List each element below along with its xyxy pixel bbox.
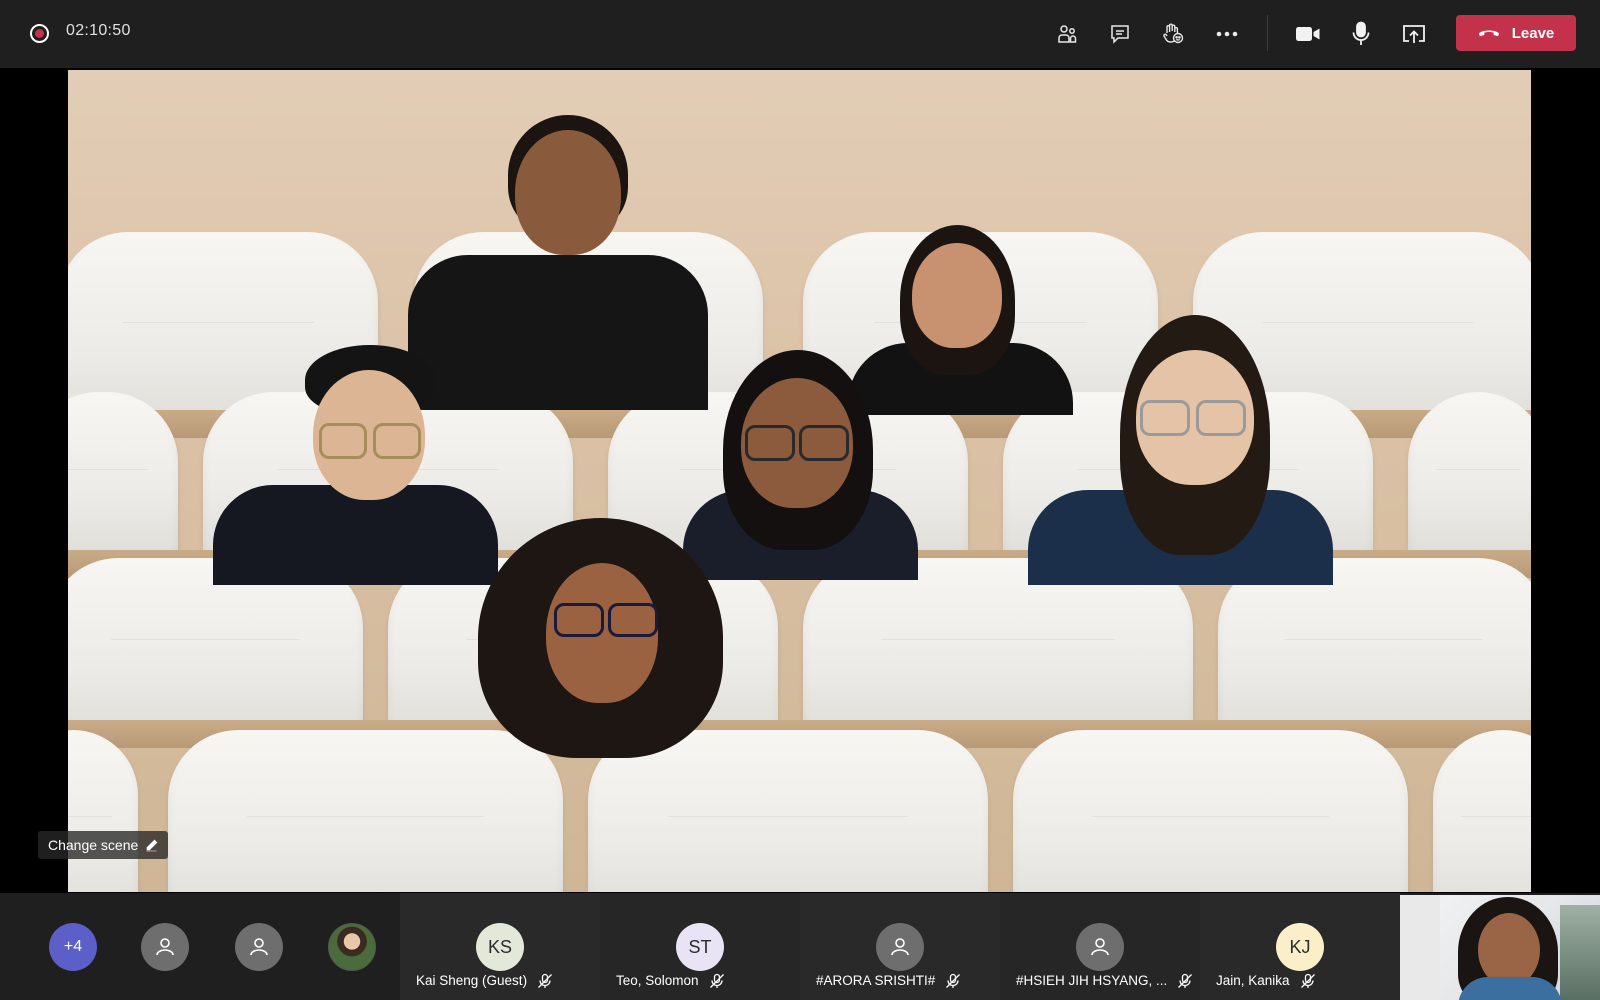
- more-options-icon: [1216, 31, 1238, 37]
- participant-video: [478, 518, 728, 758]
- leave-label: Leave: [1511, 24, 1555, 42]
- camera-icon: [1296, 27, 1320, 41]
- participant-tile[interactable]: KJ Jain, Kanika: [1200, 893, 1400, 1000]
- auditorium-seat: [1218, 558, 1531, 738]
- microphone-icon: [1352, 21, 1370, 45]
- participant-gallery: +4 KS Kai Sheng (Guest) ST Teo, Solomon …: [0, 893, 1600, 1000]
- participant-tile[interactable]: #HSIEH JIH HSYANG, ...: [1000, 893, 1200, 1000]
- participant-name: Kai Sheng (Guest): [416, 973, 528, 988]
- participant-name: Jain, Kanika: [1216, 973, 1290, 988]
- chat-icon: [1111, 25, 1129, 44]
- participant-tile[interactable]: ST Teo, Solomon: [600, 893, 800, 1000]
- person-icon: [250, 938, 268, 956]
- people-button[interactable]: [1047, 14, 1087, 54]
- chat-button[interactable]: [1100, 14, 1140, 54]
- participant-name: Teo, Solomon: [616, 973, 699, 988]
- participant-tile[interactable]: KS Kai Sheng (Guest): [400, 893, 600, 1000]
- participant-initials-avatar: KS: [476, 923, 524, 971]
- participant-name: #HSIEH JIH HSYANG, ...: [1016, 973, 1168, 988]
- auditorium-seat: [1408, 392, 1531, 562]
- participant-photo-avatar[interactable]: [328, 923, 376, 971]
- self-video-preview[interactable]: [1400, 895, 1600, 1000]
- auditorium-seat: [803, 558, 1193, 738]
- auditorium-seat: [68, 392, 178, 562]
- together-mode-scene: [68, 70, 1531, 892]
- hang-up-icon: [1478, 30, 1499, 37]
- participant-avatar[interactable]: [235, 923, 283, 971]
- participant-name: #ARORA SRISHTI#: [816, 973, 936, 988]
- participant-video: [1028, 315, 1338, 585]
- video-stage: Change scene: [4, 68, 1600, 893]
- mic-muted-icon: [946, 973, 960, 988]
- mic-muted-icon: [1178, 973, 1192, 988]
- raise-hand-icon: [1163, 23, 1184, 44]
- leave-button[interactable]: Leave: [1456, 15, 1576, 51]
- participant-initials-avatar: KJ: [1276, 923, 1324, 971]
- person-icon: [891, 938, 909, 956]
- mic-muted-icon: [710, 973, 724, 988]
- recording-indicator-icon: [30, 24, 49, 43]
- more-options-button[interactable]: [1207, 14, 1247, 54]
- auditorium-seat: [68, 558, 363, 738]
- meeting-timer: 02:10:50: [66, 22, 131, 39]
- mic-muted-icon: [538, 973, 552, 988]
- auditorium-seat: [68, 730, 138, 892]
- participant-video: [213, 345, 503, 585]
- meeting-toolbar: 02:10:50 Leave: [0, 0, 1600, 68]
- mic-muted-icon: [1301, 973, 1315, 988]
- share-screen-icon: [1403, 25, 1425, 43]
- participant-initials-avatar: ST: [676, 923, 724, 971]
- gallery-overflow-strip: +4: [0, 893, 400, 1000]
- participant-avatar[interactable]: [141, 923, 189, 971]
- toolbar-divider: [1267, 15, 1268, 51]
- share-screen-button[interactable]: [1394, 14, 1434, 54]
- person-icon: [156, 938, 174, 956]
- change-scene-button[interactable]: Change scene: [38, 831, 169, 859]
- participant-tile[interactable]: #ARORA SRISHTI#: [800, 893, 1000, 1000]
- auditorium-seat: [1433, 730, 1531, 892]
- more-participants-badge[interactable]: +4: [49, 923, 97, 971]
- participant-default-avatar: [876, 923, 924, 971]
- participant-default-avatar: [1076, 923, 1124, 971]
- camera-button[interactable]: [1288, 14, 1328, 54]
- person-icon: [1091, 938, 1109, 956]
- raise-hand-button[interactable]: [1153, 14, 1193, 54]
- change-scene-label: Change scene: [48, 837, 139, 853]
- auditorium-seat: [1013, 730, 1408, 892]
- people-icon: [1058, 25, 1077, 43]
- microphone-button[interactable]: [1341, 14, 1381, 54]
- pencil-icon: [146, 839, 158, 851]
